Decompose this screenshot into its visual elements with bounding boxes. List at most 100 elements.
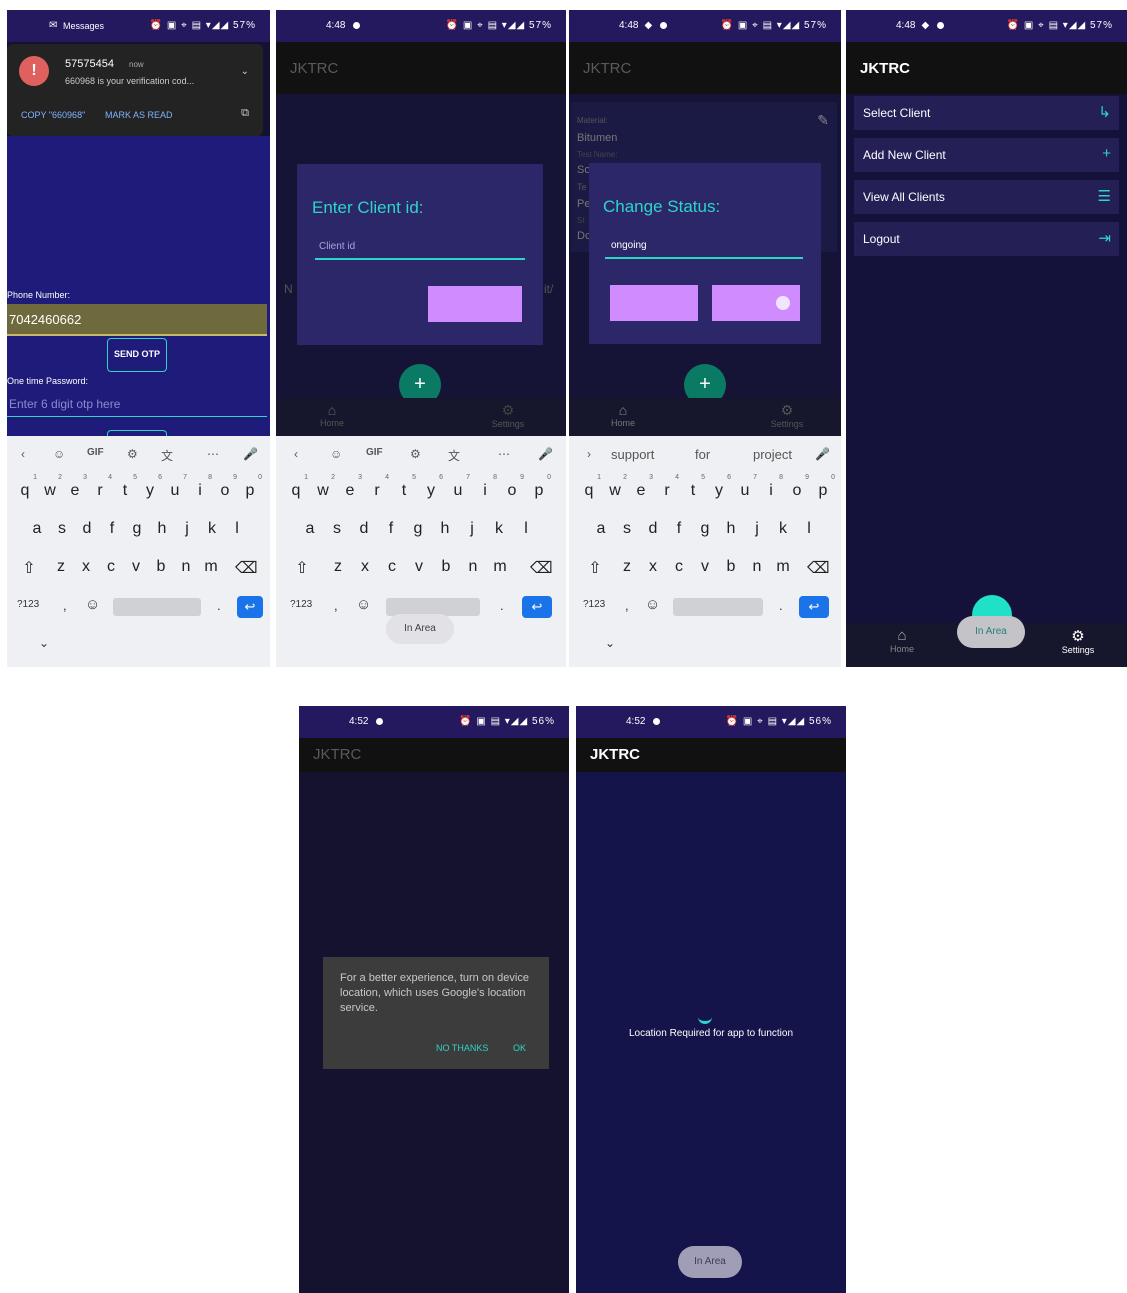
key[interactable]: x [643,558,663,576]
key[interactable]: w2 [313,474,335,500]
key[interactable]: r4 [90,474,112,500]
key[interactable]: f [102,520,122,538]
key[interactable]: z [51,558,71,576]
nav-home[interactable]: ⌂ Home [593,402,653,428]
key[interactable]: c [669,558,689,576]
key[interactable]: v [409,558,429,576]
key[interactable]: s [52,520,72,538]
key[interactable]: w2 [40,474,62,500]
mark-as-read-button[interactable]: MARK AS READ [105,110,173,120]
suggestion[interactable]: for [695,447,710,462]
sticker-icon[interactable]: ☺ [330,447,342,461]
key[interactable]: k [773,520,793,538]
cancel-button[interactable] [610,285,698,321]
gear-icon[interactable]: ⚙ [127,447,138,461]
key[interactable]: g [695,520,715,538]
sticker-icon[interactable]: ☺ [53,447,65,461]
space-key[interactable] [673,598,763,616]
key[interactable]: g [408,520,428,538]
symbols-key[interactable]: ?123 [17,599,39,610]
backspace-icon[interactable]: ⌫ [807,558,830,578]
key[interactable]: s [617,520,637,538]
key[interactable]: k [202,520,222,538]
comma-key[interactable]: , [334,598,338,613]
mic-icon[interactable]: 🎤 [243,447,258,461]
key[interactable]: p0 [529,474,551,500]
key[interactable]: t5 [394,474,416,500]
key[interactable]: d [643,520,663,538]
hide-keyboard-icon[interactable]: ⌄ [605,636,615,650]
key[interactable]: z [328,558,348,576]
key[interactable]: a [591,520,611,538]
ok-button[interactable]: OK [513,1043,526,1053]
key[interactable]: x [76,558,96,576]
key[interactable]: d [77,520,97,538]
key[interactable]: y6 [421,474,443,500]
gear-icon[interactable]: ⚙ [410,447,421,461]
emoji-icon[interactable]: ☺ [645,596,660,613]
key[interactable]: b [151,558,171,576]
enter-key[interactable]: ↩ [522,596,552,618]
nav-home[interactable]: ⌂ Home [302,402,362,428]
collapse-icon[interactable]: ‹ [294,447,298,461]
period-key[interactable]: . [500,598,504,613]
key[interactable]: j [462,520,482,538]
no-thanks-button[interactable]: NO THANKS [436,1043,488,1053]
gif-button[interactable]: GIF [87,447,104,458]
key[interactable]: h [152,520,172,538]
send-otp-button[interactable]: SEND OTP [107,338,167,372]
client-id-input[interactable]: Client id [315,238,525,260]
menu-select-client[interactable]: Select Client ↳ [854,96,1119,130]
key[interactable]: j [747,520,767,538]
mic-icon[interactable]: 🎤 [815,447,830,461]
key[interactable]: b [436,558,456,576]
key[interactable]: e3 [340,474,362,500]
key[interactable]: l [799,520,819,538]
key[interactable]: u7 [448,474,470,500]
key[interactable]: p0 [240,474,262,500]
notification-card[interactable]: ! 57575454 now 660968 is your verificati… [7,44,263,136]
key[interactable]: d [354,520,374,538]
enter-key[interactable]: ↩ [799,596,829,618]
key[interactable]: c [382,558,402,576]
key[interactable]: n [747,558,767,576]
key[interactable]: x [355,558,375,576]
phone-field[interactable]: 7042460662 [7,304,267,336]
period-key[interactable]: . [779,598,783,613]
otp-field[interactable]: Enter 6 digit otp here [7,390,267,417]
translate-icon[interactable]: 文 [161,447,173,464]
comma-key[interactable]: , [625,598,629,613]
period-key[interactable]: . [217,598,221,613]
emoji-icon[interactable]: ☺ [85,596,100,613]
key[interactable]: k [489,520,509,538]
mic-icon[interactable]: 🎤 [538,447,553,461]
expand-chevron-icon[interactable]: ⌄ [241,66,249,77]
nav-settings[interactable]: ⚙ Settings [478,402,538,429]
key[interactable]: e3 [631,474,653,500]
key[interactable]: h [435,520,455,538]
key[interactable]: q1 [15,474,37,500]
key[interactable]: n [176,558,196,576]
key[interactable]: m [773,558,793,576]
open-icon[interactable]: ⧉ [241,107,249,120]
key[interactable]: q1 [286,474,308,500]
key[interactable]: y6 [140,474,162,500]
nav-settings[interactable]: ⚙ Settings [1048,627,1108,655]
comma-key[interactable]: , [63,598,67,613]
key[interactable]: j [177,520,197,538]
key[interactable]: v [695,558,715,576]
more-icon[interactable]: ⋯ [498,447,510,461]
key[interactable]: u7 [165,474,187,500]
key[interactable]: s [327,520,347,538]
shift-icon[interactable]: ⇧ [19,558,39,578]
shift-icon[interactable]: ⇧ [292,558,312,578]
key[interactable]: p0 [813,474,835,500]
status-input[interactable]: ongoing [605,237,803,259]
backspace-icon[interactable]: ⌫ [530,558,553,578]
key[interactable]: t5 [683,474,705,500]
menu-add-new-client[interactable]: Add New Client + [854,138,1119,172]
key[interactable]: n [463,558,483,576]
emoji-icon[interactable]: ☺ [356,596,371,613]
key[interactable]: m [201,558,221,576]
suggestion[interactable]: project [753,447,792,462]
